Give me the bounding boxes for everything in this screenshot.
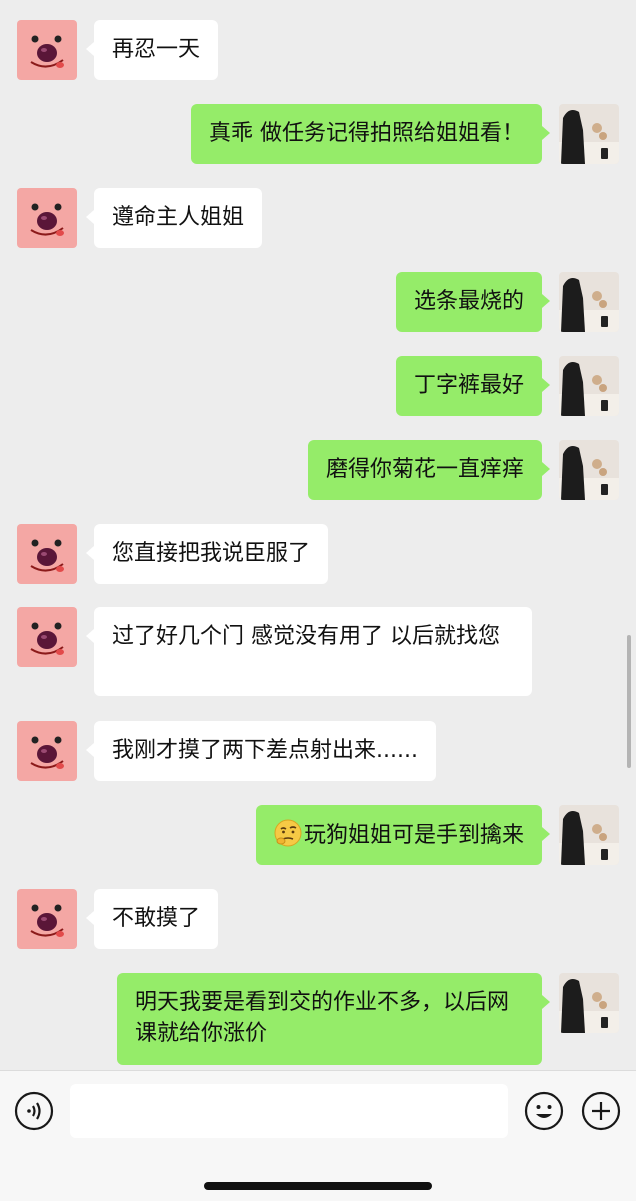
message-text: 您直接把我说臣服了: [112, 541, 311, 566]
contact-avatar[interactable]: [17, 889, 77, 949]
home-indicator[interactable]: [204, 1182, 432, 1190]
user-avatar[interactable]: [559, 272, 619, 332]
thinking-face-icon: [274, 819, 302, 847]
contact-avatar[interactable]: [17, 188, 77, 248]
message-bubble-outgoing[interactable]: 真乖 做任务记得拍照给姐姐看！: [191, 104, 550, 164]
message-text: 玩狗姐姐可是手到擒来: [303, 823, 524, 848]
message-text: 过了好几个门 感觉没有用了 以后就找您: [112, 624, 500, 649]
chat-area[interactable]: 再忍一天 真乖 做任务记得拍照给姐姐看！ 遵命主人姐姐 选条最烧的 丁字裤最好 …: [0, 0, 636, 1070]
message-text: 磨得你菊花一直痒痒: [325, 457, 524, 482]
contact-avatar[interactable]: [17, 607, 77, 667]
message-bubble-incoming[interactable]: 遵命主人姐姐: [85, 188, 263, 248]
message-text: 不敢摸了: [112, 906, 201, 931]
user-avatar[interactable]: [559, 805, 619, 865]
contact-avatar[interactable]: [17, 524, 77, 584]
scrollbar[interactable]: [627, 635, 631, 768]
message-bubble-outgoing[interactable]: 丁字裤最好: [395, 356, 551, 416]
message-bubble-outgoing[interactable]: 明天我要是看到交的作业不多，以后网课就给你涨价: [117, 973, 550, 1065]
user-avatar[interactable]: [559, 440, 619, 500]
message-bubble-incoming[interactable]: 我刚才摸了两下差点射出来......: [86, 721, 436, 781]
message-bubble-outgoing[interactable]: 选条最烧的: [395, 272, 551, 332]
message-bubble-incoming[interactable]: 您直接把我说臣服了: [85, 524, 329, 584]
message-bubble-incoming[interactable]: 过了好几个门 感觉没有用了 以后就找您: [86, 607, 532, 696]
smiley-icon[interactable]: [524, 1091, 564, 1131]
user-avatar[interactable]: [559, 973, 619, 1033]
message-text: 选条最烧的: [413, 289, 524, 314]
contact-avatar[interactable]: [17, 721, 77, 781]
voice-icon[interactable]: [14, 1091, 54, 1131]
message-bubble-outgoing[interactable]: 玩狗姐姐可是手到擒来: [255, 805, 551, 865]
message-text: 再忍一天: [112, 37, 201, 62]
message-text: 遵命主人姐姐: [112, 205, 245, 230]
contact-avatar[interactable]: [17, 20, 77, 80]
message-text: 我刚才摸了两下差点射出来......: [112, 738, 418, 763]
message-text: 丁字裤最好: [413, 373, 524, 398]
message-text: 真乖 做任务记得拍照给姐姐看！: [209, 121, 524, 146]
input-bar: [0, 1070, 636, 1201]
plus-icon[interactable]: [581, 1091, 621, 1131]
message-text: 明天我要是看到交的作业不多，以后网课就给你涨价: [135, 990, 510, 1046]
message-bubble-incoming[interactable]: 再忍一天: [85, 20, 219, 80]
user-avatar[interactable]: [559, 104, 619, 164]
user-avatar[interactable]: [559, 356, 619, 416]
message-bubble-outgoing[interactable]: 磨得你菊花一直痒痒: [307, 440, 551, 500]
message-input[interactable]: [70, 1084, 508, 1138]
message-bubble-incoming[interactable]: 不敢摸了: [85, 889, 219, 949]
